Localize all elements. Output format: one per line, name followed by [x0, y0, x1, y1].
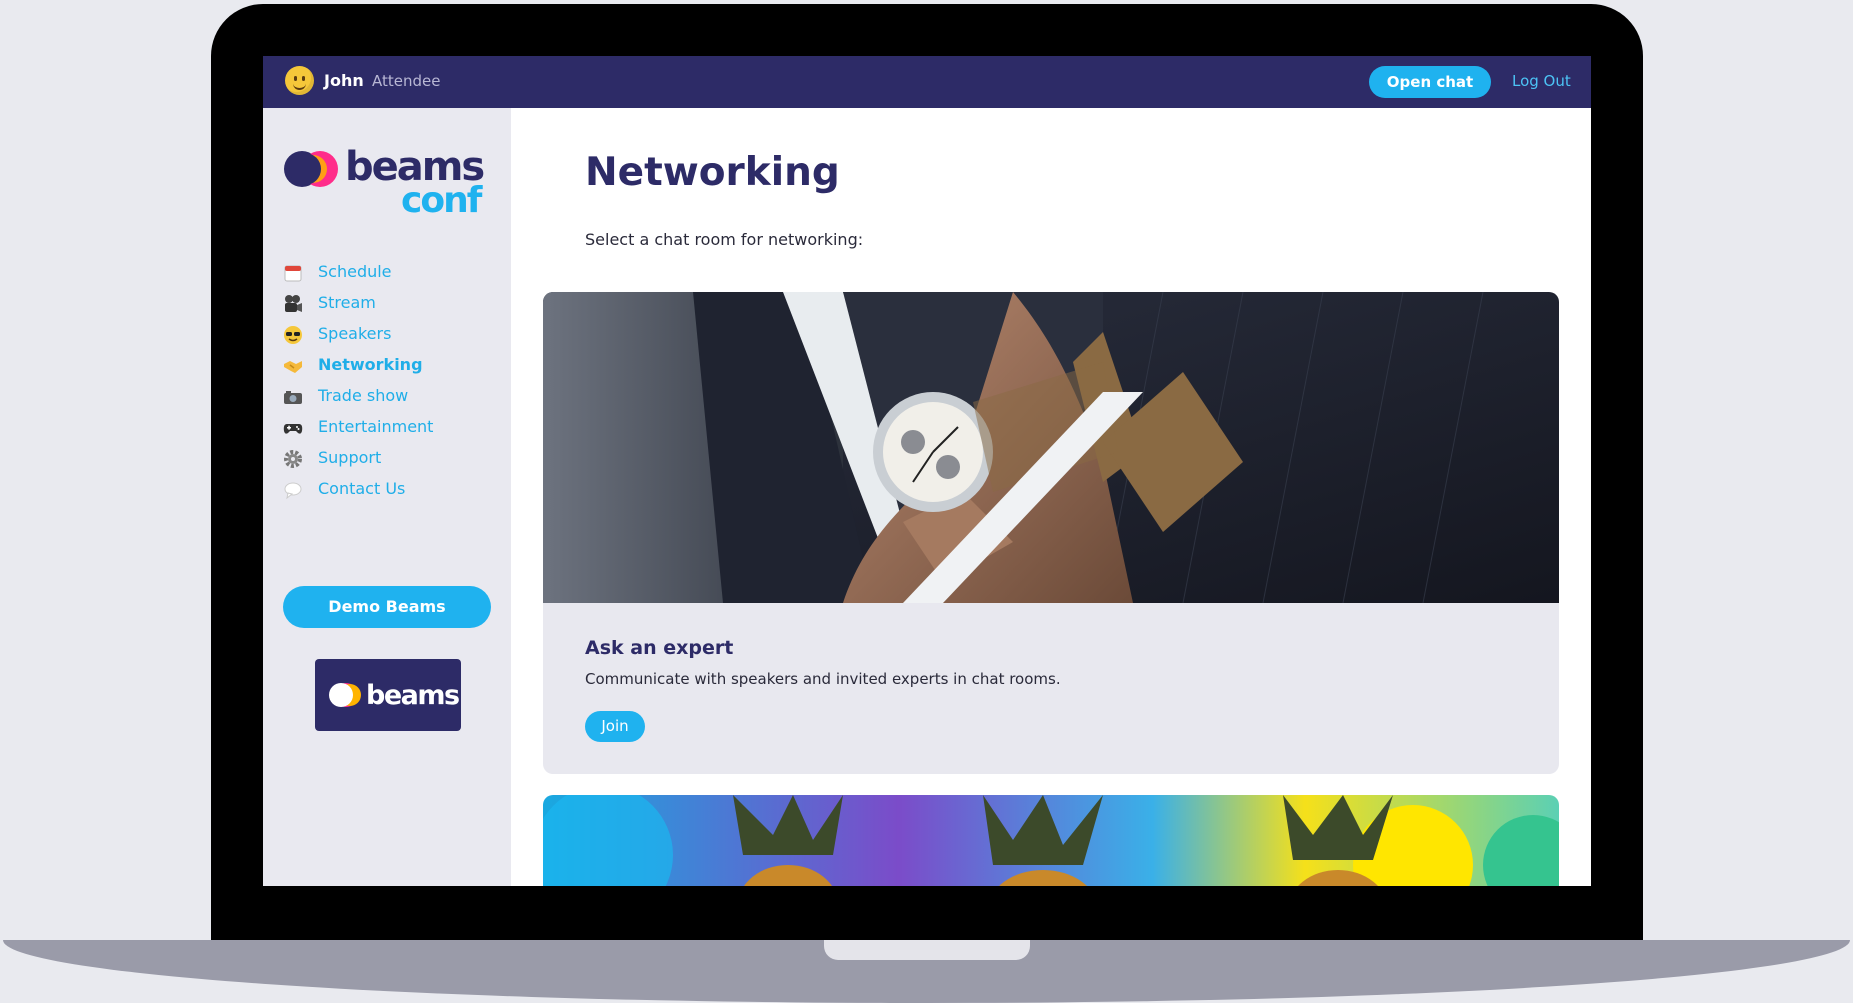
logout-link[interactable]: Log Out	[1512, 72, 1571, 90]
demo-beams-button[interactable]: Demo Beams	[283, 586, 491, 628]
room-description: Communicate with speakers and invited ex…	[585, 670, 1061, 688]
gamepad-icon	[283, 424, 303, 434]
chat-room-card	[543, 795, 1559, 886]
sunglasses-face-icon	[284, 326, 302, 344]
user-name: John	[324, 71, 364, 90]
beams-logo-badge[interactable]: beams	[315, 659, 461, 731]
movie-camera-icon	[285, 295, 302, 312]
camera-icon	[284, 391, 302, 404]
open-chat-button[interactable]: Open chat	[1369, 66, 1491, 98]
top-bar: John Attendee Open chat Log Out	[263, 56, 1591, 108]
page-title: Networking	[585, 150, 840, 195]
room-cover-image	[543, 292, 1559, 603]
intro-text: Select a chat room for networking:	[585, 230, 864, 249]
room-title: Ask an expert	[585, 637, 734, 659]
chat-room-card: Ask an expert Communicate with speakers …	[543, 292, 1559, 774]
handshake-icon	[284, 361, 302, 373]
calendar-icon	[284, 265, 302, 282]
svg-text:conf: conf	[401, 180, 483, 218]
gear-icon	[284, 450, 302, 468]
main-content: Networking Select a chat room for networ…	[511, 108, 1591, 886]
room-cover-image	[543, 795, 1559, 886]
speech-bubble-icon	[284, 482, 302, 500]
app-screen: John Attendee Open chat Log Out beams co…	[263, 56, 1591, 886]
svg-text:beams: beams	[366, 680, 459, 711]
smiley-avatar-icon	[285, 66, 314, 95]
beams-logo: beams	[329, 680, 460, 711]
user-role: Attendee	[372, 72, 441, 90]
beams-conf-logo[interactable]: beams conf	[283, 146, 493, 218]
join-button[interactable]: Join	[585, 711, 645, 742]
sidebar: beams conf Schedule Stream Speakers Netw…	[263, 108, 511, 886]
laptop-notch	[824, 940, 1030, 960]
